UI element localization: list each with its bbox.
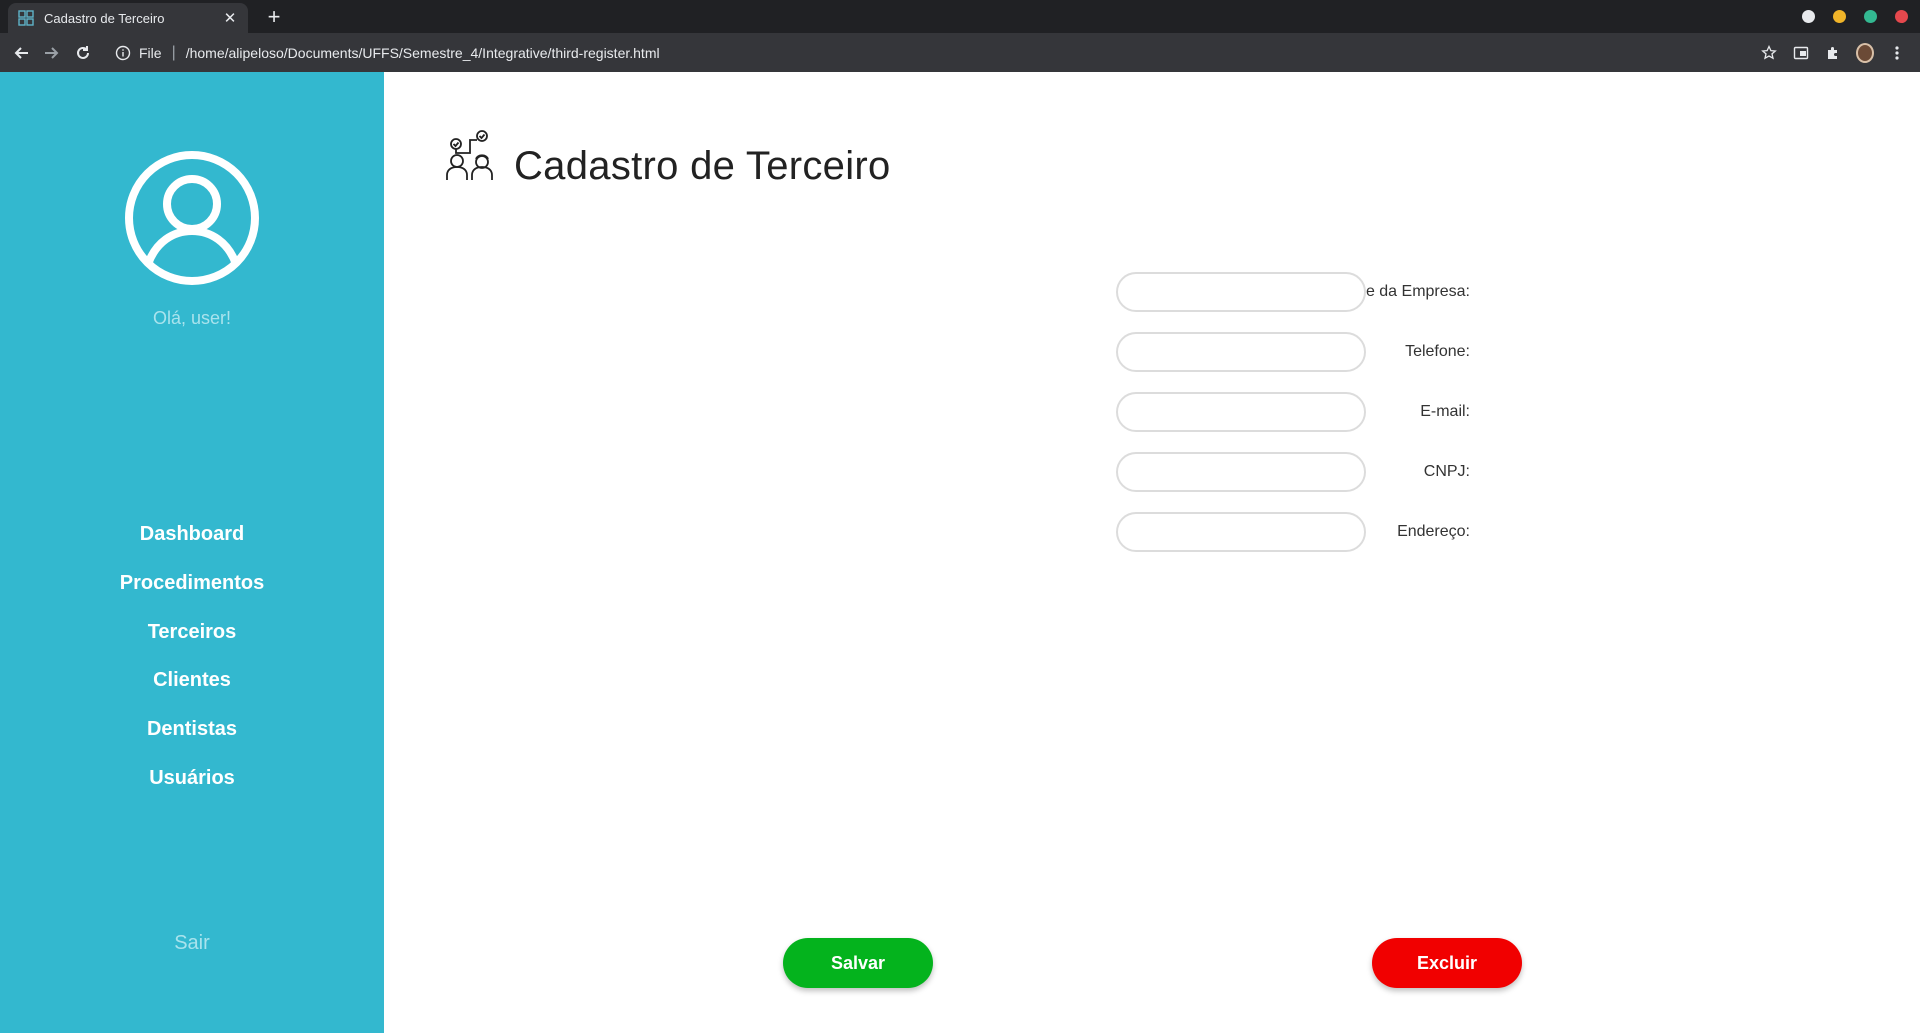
back-arrow-icon[interactable] — [11, 43, 31, 63]
profile-avatar-icon[interactable] — [1856, 42, 1874, 63]
tab-title: Cadastro de Terceiro — [44, 10, 165, 26]
extensions-puzzle-icon[interactable] — [1824, 44, 1842, 62]
info-icon[interactable] — [115, 45, 131, 61]
toolbar-actions — [1760, 42, 1906, 63]
save-button[interactable]: Salvar — [783, 938, 933, 988]
address-input[interactable] — [1116, 512, 1366, 552]
browser-tab-strip: Cadastro de Terceiro ✕ + — [0, 0, 1920, 33]
sidebar-item-dashboard[interactable]: Dashboard — [0, 510, 384, 559]
third-party-people-icon — [444, 130, 496, 182]
sidebar-nav: Dashboard Procedimentos Terceiros Client… — [0, 510, 384, 803]
browser-toolbar: File | /home/alipeloso/Documents/UFFS/Se… — [0, 33, 1920, 72]
url-separator: | — [171, 43, 176, 61]
main-content: Cadastro de Terceiro Nome da Empresa: Te… — [384, 72, 1920, 1033]
form-row-company: Nome da Empresa: — [384, 272, 1920, 312]
greeting-text: Olá, user! — [152, 308, 232, 328]
cnpj-input[interactable] — [1116, 452, 1366, 492]
form-row-cnpj: CNPJ: — [384, 452, 1920, 492]
close-icon[interactable]: ✕ — [222, 9, 238, 27]
page: Olá, user! Dashboard Procedimentos Terce… — [0, 72, 1920, 1033]
form-row-email: E-mail: — [384, 392, 1920, 432]
sidebar-item-procedimentos[interactable]: Procedimentos — [0, 559, 384, 608]
email-input[interactable] — [1116, 392, 1366, 432]
sidebar: Olá, user! Dashboard Procedimentos Terce… — [0, 72, 384, 1033]
logout-link[interactable]: Sair — [0, 932, 384, 955]
window-controls — [1802, 10, 1908, 23]
url-path: /home/alipeloso/Documents/UFFS/Semestre_… — [185, 44, 660, 61]
forward-arrow-icon[interactable] — [42, 43, 62, 63]
phone-input[interactable] — [1116, 332, 1366, 372]
window-dot-yellow-icon[interactable] — [1833, 10, 1846, 23]
form-row-phone: Telefone: — [384, 332, 1920, 372]
sidebar-item-terceiros[interactable]: Terceiros — [0, 608, 384, 657]
media-panel-icon[interactable] — [1792, 44, 1810, 62]
form-row-address: Endereço: — [384, 512, 1920, 552]
bookmark-star-icon[interactable] — [1760, 44, 1778, 62]
page-title: Cadastro de Terceiro — [514, 144, 891, 188]
address-bar[interactable]: File | /home/alipeloso/Documents/UFFS/Se… — [115, 39, 1760, 67]
kebab-menu-icon[interactable] — [1888, 44, 1906, 62]
window-dot-minimize-icon[interactable] — [1802, 10, 1815, 23]
window-dot-green-icon[interactable] — [1864, 10, 1877, 23]
url-scheme: File — [139, 44, 162, 61]
sidebar-item-dentistas[interactable]: Dentistas — [0, 705, 384, 754]
user-avatar-icon — [124, 150, 260, 286]
reload-icon[interactable] — [73, 43, 93, 63]
delete-button[interactable]: Excluir — [1372, 938, 1522, 988]
grid-icon — [18, 10, 34, 26]
company-name-input[interactable] — [1116, 272, 1366, 312]
sidebar-item-clientes[interactable]: Clientes — [0, 656, 384, 705]
window-dot-close-icon[interactable] — [1895, 10, 1908, 23]
sidebar-item-usuarios[interactable]: Usuários — [0, 754, 384, 803]
new-tab-plus-icon[interactable]: + — [262, 6, 286, 30]
browser-tab[interactable]: Cadastro de Terceiro ✕ — [8, 3, 248, 33]
